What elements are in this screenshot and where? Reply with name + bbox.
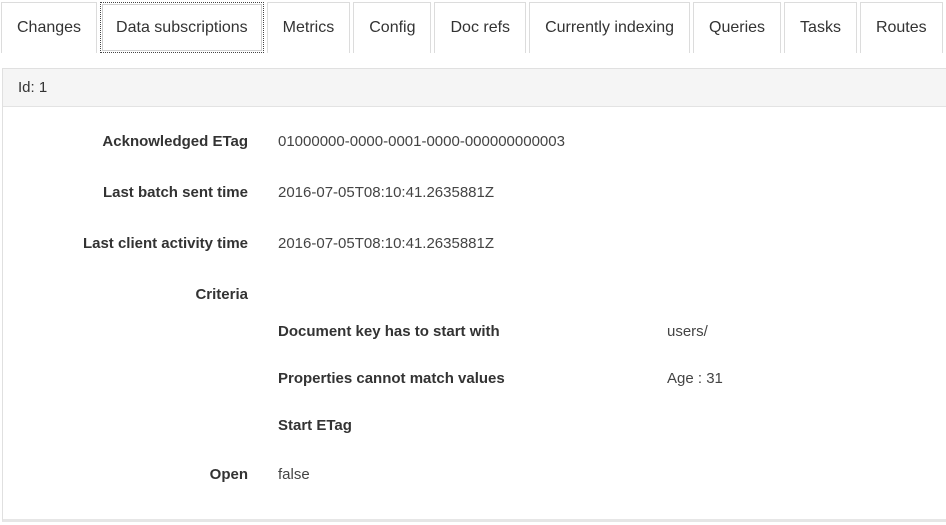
criteria-item-label: Document key has to start with — [278, 323, 500, 340]
tab-config[interactable]: Config — [353, 2, 432, 53]
tab-currently-indexing[interactable]: Currently indexing — [529, 2, 691, 53]
criteria-item-value: Age : 31 — [667, 370, 723, 387]
criteria-label: Criteria — [195, 286, 248, 303]
last-batch-sent-time-label: Last batch sent time — [102, 184, 248, 201]
acknowledged-etag-row: Acknowledged ETag 01000000-0000-0001-000… — [3, 130, 943, 154]
criteria-item-label: Start ETag — [278, 417, 352, 434]
open-row: Open false — [3, 463, 943, 487]
tab-changes[interactable]: Changes — [1, 2, 98, 53]
last-batch-sent-time-value: 2016-07-05T08:10:41.2635881Z — [278, 184, 495, 201]
acknowledged-etag-label: Acknowledged ETag — [102, 133, 248, 150]
tab-doc-refs[interactable]: Doc refs — [434, 2, 527, 53]
tab-data-subscriptions[interactable]: Data subscriptions — [100, 2, 264, 53]
subscription-panel: Id: 1 Acknowledged ETag 01000000-0000-00… — [2, 68, 946, 522]
open-label: Open — [209, 466, 248, 483]
acknowledged-etag-value: 01000000-0000-0001-0000-000000000003 — [278, 133, 565, 150]
tab-tasks[interactable]: Tasks — [784, 2, 857, 53]
criteria-item: Start ETag — [278, 414, 938, 438]
criteria-item-label: Properties cannot match values — [278, 370, 505, 387]
open-value: false — [278, 466, 310, 483]
tab-routes[interactable]: Routes — [859, 2, 943, 53]
last-client-activity-time-row: Last client activity time 2016-07-05T08:… — [3, 232, 943, 256]
last-client-activity-time-label: Last client activity time — [82, 235, 248, 252]
last-client-activity-time-value: 2016-07-05T08:10:41.2635881Z — [278, 235, 495, 252]
criteria-item: Properties cannot match values Age : 31 — [278, 367, 938, 391]
tab-queries[interactable]: Queries — [693, 2, 782, 53]
subscription-heading: Id: 1 — [3, 69, 946, 107]
criteria-item: Document key has to start with users/ — [278, 320, 938, 344]
tab-bar: Changes Data subscriptions Metrics Confi… — [0, 0, 946, 53]
criteria-row: Criteria — [3, 283, 943, 307]
last-batch-sent-time-row: Last batch sent time 2016-07-05T08:10:41… — [3, 181, 943, 205]
tab-metrics[interactable]: Metrics — [266, 2, 351, 53]
criteria-item-value: users/ — [667, 323, 708, 340]
